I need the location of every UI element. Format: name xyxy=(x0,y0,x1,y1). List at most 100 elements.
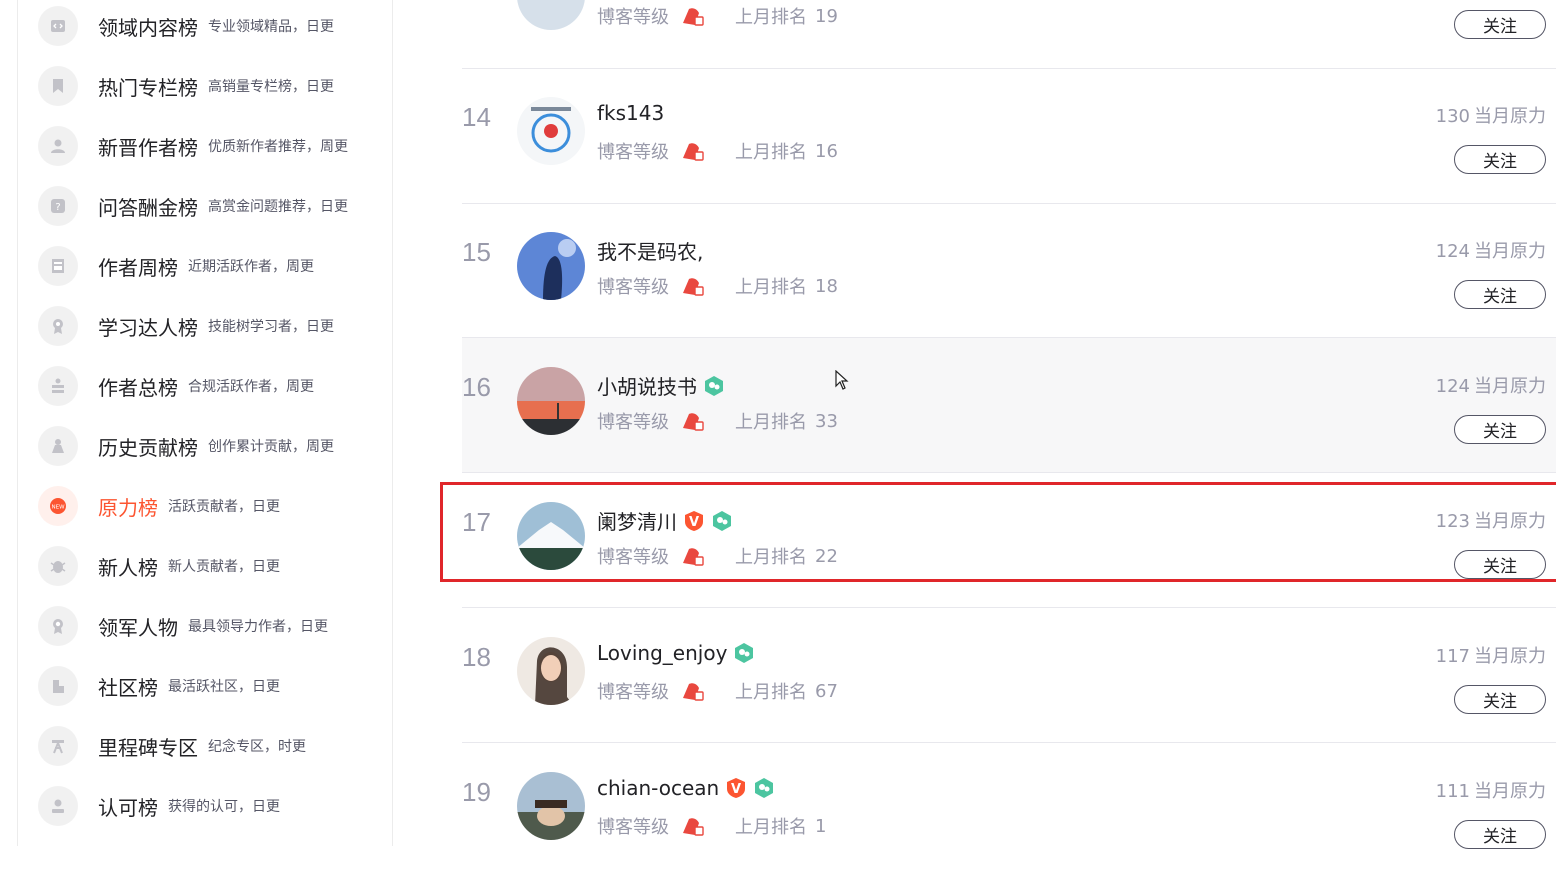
follow-button[interactable]: 关注 xyxy=(1454,550,1546,579)
meta-line: 博客等级 上月排名 18 xyxy=(597,273,838,299)
follow-button[interactable]: 关注 xyxy=(1454,820,1546,849)
follow-button[interactable]: 关注 xyxy=(1454,145,1546,174)
rank-row[interactable]: 16 小胡说技书 博客等级 上月排名 33 124 当月原力 关注 xyxy=(462,338,1556,472)
user-avatar[interactable] xyxy=(517,772,585,840)
meta-line: 博客等级 上月排名 67 xyxy=(597,678,838,704)
sidebar-item-7[interactable]: 历史贡献榜 创作累计贡献，周更 xyxy=(38,424,334,468)
sidebar-item-11[interactable]: 社区榜 最活跃社区，日更 xyxy=(38,664,280,708)
svg-text:V: V xyxy=(689,515,699,530)
user-name[interactable]: fks143 xyxy=(597,101,664,125)
community-badge-icon xyxy=(755,778,774,798)
force-score: 123 当月原力 xyxy=(1436,507,1546,533)
sidebar-item-3[interactable]: ? 问答酬金榜 高赏金问题推荐，日更 xyxy=(38,184,348,228)
user-avatar[interactable] xyxy=(517,232,585,300)
sidebar-item-desc: 最具领导力作者，日更 xyxy=(188,619,328,635)
rank-row[interactable]: 19 chian-ocean V 博客等级 上月排名 1 111 当月原力 关注 xyxy=(462,743,1556,877)
follow-button[interactable]: 关注 xyxy=(1454,280,1546,309)
calendar-icon xyxy=(38,246,78,286)
force-score-value: 117 xyxy=(1435,646,1470,667)
meta-line: 博客等级 上月排名 16 xyxy=(597,138,838,164)
name-line: Loving_enjoy xyxy=(597,641,755,665)
milestone-icon xyxy=(38,726,78,766)
force-score-suffix: 当月原力 xyxy=(1474,646,1546,667)
sidebar-item-12[interactable]: 里程碑专区 纪念专区，时更 xyxy=(38,724,306,768)
blog-level-label: 博客等级 xyxy=(597,817,669,838)
question-icon: ? xyxy=(38,186,78,226)
user-avatar[interactable] xyxy=(517,97,585,165)
blog-level-icon xyxy=(683,143,704,161)
rank-row[interactable]: 15 我不是码农, 博客等级 上月排名 18 124 当月原力 关注 xyxy=(462,203,1556,337)
last-rank-value: 18 xyxy=(815,275,838,297)
user-avatar[interactable] xyxy=(517,0,585,30)
svg-text:V: V xyxy=(731,782,741,797)
person-icon xyxy=(38,786,78,826)
sidebar-item-4[interactable]: 作者周榜 近期活跃作者，周更 xyxy=(38,244,314,288)
sidebar-item-10[interactable]: 领军人物 最具领导力作者，日更 xyxy=(38,604,328,648)
force-score: 130 当月原力 xyxy=(1436,102,1546,128)
rank-row[interactable]: 博客等级 上月排名 19 关注 xyxy=(462,0,1556,67)
new-badge-icon: NEW xyxy=(38,486,78,526)
sidebar-item-2[interactable]: 新晋作者榜 优质新作者推荐，周更 xyxy=(38,124,348,168)
last-rank-label: 上月排名 xyxy=(735,7,807,28)
sidebar-item-desc: 获得的认可，日更 xyxy=(168,799,280,815)
sidebar-item-title: 里程碑专区 xyxy=(98,735,198,760)
sidebar-item-6[interactable]: 作者总榜 合规活跃作者，周更 xyxy=(38,364,314,408)
bug-icon xyxy=(38,546,78,586)
name-line: 阑梦清川 V xyxy=(597,506,733,535)
force-score: 124 当月原力 xyxy=(1436,237,1546,263)
rank-row[interactable]: 17 阑梦清川 V 博客等级 上月排名 22 123 当月原力 关注 xyxy=(462,473,1556,607)
name-line: 我不是码农, xyxy=(597,236,703,265)
name-line: 小胡说技书 xyxy=(597,371,725,400)
force-score-value: 130 xyxy=(1435,106,1470,127)
rank-number: 19 xyxy=(462,777,491,807)
community-badge-icon xyxy=(705,375,723,396)
blog-level-label: 博客等级 xyxy=(597,412,669,433)
force-score-suffix: 当月原力 xyxy=(1474,511,1546,532)
hand-icon xyxy=(38,426,78,466)
user-name[interactable]: chian-ocean xyxy=(597,776,719,800)
blog-level-icon xyxy=(683,8,704,26)
sidebar-item-13[interactable]: 认可榜 获得的认可，日更 xyxy=(38,784,280,828)
svg-text:?: ? xyxy=(55,202,60,213)
sidebar-item-title: 作者周榜 xyxy=(98,255,178,280)
group-icon xyxy=(38,366,78,406)
sidebar-item-title: 社区榜 xyxy=(98,675,158,700)
sidebar-item-title: 热门专栏榜 xyxy=(98,75,198,100)
blog-level-label: 博客等级 xyxy=(597,277,669,298)
sidebar-item-0[interactable]: 领域内容榜 专业领域精品，日更 xyxy=(38,4,334,48)
sidebar-item-title: 学习达人榜 xyxy=(98,315,198,340)
user-icon xyxy=(38,126,78,166)
blog-level-label: 博客等级 xyxy=(597,142,669,163)
blog-level-icon xyxy=(683,818,704,836)
user-avatar[interactable] xyxy=(517,502,585,570)
rank-number: 14 xyxy=(462,102,491,132)
blog-level-icon xyxy=(683,548,704,566)
sidebar-item-8[interactable]: NEW 原力榜 活跃贡献者，日更 xyxy=(38,484,280,528)
last-rank-label: 上月排名 xyxy=(735,547,807,568)
follow-button[interactable]: 关注 xyxy=(1454,685,1546,714)
last-rank-label: 上月排名 xyxy=(735,682,807,703)
verified-v-icon: V xyxy=(685,510,703,531)
follow-button[interactable]: 关注 xyxy=(1454,415,1546,444)
last-rank-label: 上月排名 xyxy=(735,817,807,838)
sidebar-item-9[interactable]: 新人榜 新人贡献者，日更 xyxy=(38,544,280,588)
rank-row[interactable]: 14 fks143 博客等级 上月排名 16 130 当月原力关注 xyxy=(462,68,1556,202)
blog-level-icon xyxy=(683,683,704,701)
force-score: 111 当月原力 xyxy=(1436,777,1546,803)
user-name[interactable]: 我不是码农, xyxy=(597,236,703,265)
sidebar-item-5[interactable]: 学习达人榜 技能树学习者，日更 xyxy=(38,304,334,348)
user-name[interactable]: Loving_enjoy xyxy=(597,641,727,665)
force-score-suffix: 当月原力 xyxy=(1474,106,1546,127)
user-name[interactable]: 小胡说技书 xyxy=(597,371,697,400)
follow-button[interactable]: 关注 xyxy=(1454,10,1546,39)
sidebar-item-1[interactable]: 热门专栏榜 高销量专栏榜，日更 xyxy=(38,64,334,108)
last-rank-value: 33 xyxy=(815,410,838,432)
community-badge-icon xyxy=(713,510,731,531)
user-avatar[interactable] xyxy=(517,367,585,435)
last-rank-value: 16 xyxy=(815,140,838,162)
sidebar-item-desc: 专业领域精品，日更 xyxy=(208,19,334,35)
user-name[interactable]: 阑梦清川 xyxy=(597,506,677,535)
rank-row[interactable]: 18 Loving_enjoy 博客等级 上月排名 67 117 当月原力 关注 xyxy=(462,608,1556,742)
user-avatar[interactable] xyxy=(517,637,585,705)
sidebar-item-desc: 最活跃社区，日更 xyxy=(168,679,280,695)
